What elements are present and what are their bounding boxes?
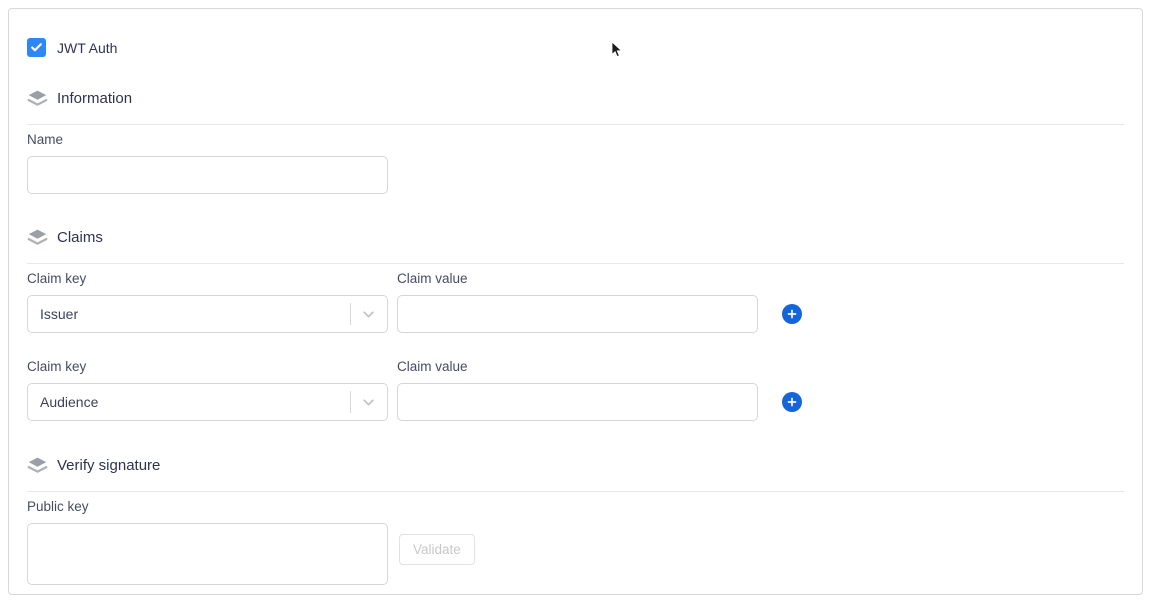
claim-key-field: Claim key Audience (27, 359, 388, 421)
public-key-field: Public key Validate (27, 499, 1124, 585)
claims-section-title: Claims (57, 229, 103, 246)
claim-value-label: Claim value (397, 359, 758, 374)
claim-key-select[interactable]: Issuer (27, 295, 388, 333)
validate-button[interactable]: Validate (399, 534, 475, 565)
layers-icon (27, 88, 48, 109)
claim-key-field: Claim key Issuer (27, 271, 388, 333)
jwt-auth-panel: JWT Auth Information Name Claims Claim k… (8, 8, 1143, 595)
claim-row-1: Claim key Issuer Claim value (27, 271, 1124, 333)
claim-value-field: Claim value (397, 359, 758, 421)
select-divider (350, 391, 351, 413)
jwt-auth-checkbox[interactable] (27, 38, 46, 57)
public-key-label: Public key (27, 499, 1124, 514)
verify-signature-section-header: Verify signature (27, 455, 1124, 476)
layers-icon (27, 455, 48, 476)
verify-signature-section-title: Verify signature (57, 457, 160, 474)
information-section-title: Information (57, 90, 132, 107)
claim-row-2: Claim key Audience Claim value (27, 359, 1124, 421)
claim-value-label: Claim value (397, 271, 758, 286)
layers-icon (27, 227, 48, 248)
information-section-header: Information (27, 88, 1124, 109)
jwt-auth-toggle-row: JWT Auth (27, 38, 1124, 57)
claims-section-header: Claims (27, 227, 1124, 248)
chevron-down-icon (360, 306, 377, 323)
claim-value-input[interactable] (397, 383, 758, 421)
section-divider (27, 124, 1124, 125)
public-key-textarea[interactable] (27, 523, 388, 585)
chevron-down-icon (360, 394, 377, 411)
plus-icon (786, 396, 798, 408)
check-icon (30, 41, 43, 54)
claim-key-select[interactable]: Audience (27, 383, 388, 421)
add-claim-button[interactable] (782, 304, 802, 324)
name-input[interactable] (27, 156, 388, 194)
claim-key-selected-value: Audience (28, 394, 350, 410)
claim-key-selected-value: Issuer (28, 306, 350, 322)
claim-value-field: Claim value (397, 271, 758, 333)
claim-value-input[interactable] (397, 295, 758, 333)
jwt-auth-label: JWT Auth (57, 40, 117, 56)
select-divider (350, 303, 351, 325)
public-key-row: Validate (27, 523, 1124, 585)
name-field: Name (27, 132, 1124, 194)
add-claim-button[interactable] (782, 392, 802, 412)
section-divider (27, 263, 1124, 264)
plus-icon (786, 308, 798, 320)
section-divider (27, 491, 1124, 492)
name-label: Name (27, 132, 1124, 147)
claim-key-label: Claim key (27, 271, 388, 286)
claim-key-label: Claim key (27, 359, 388, 374)
